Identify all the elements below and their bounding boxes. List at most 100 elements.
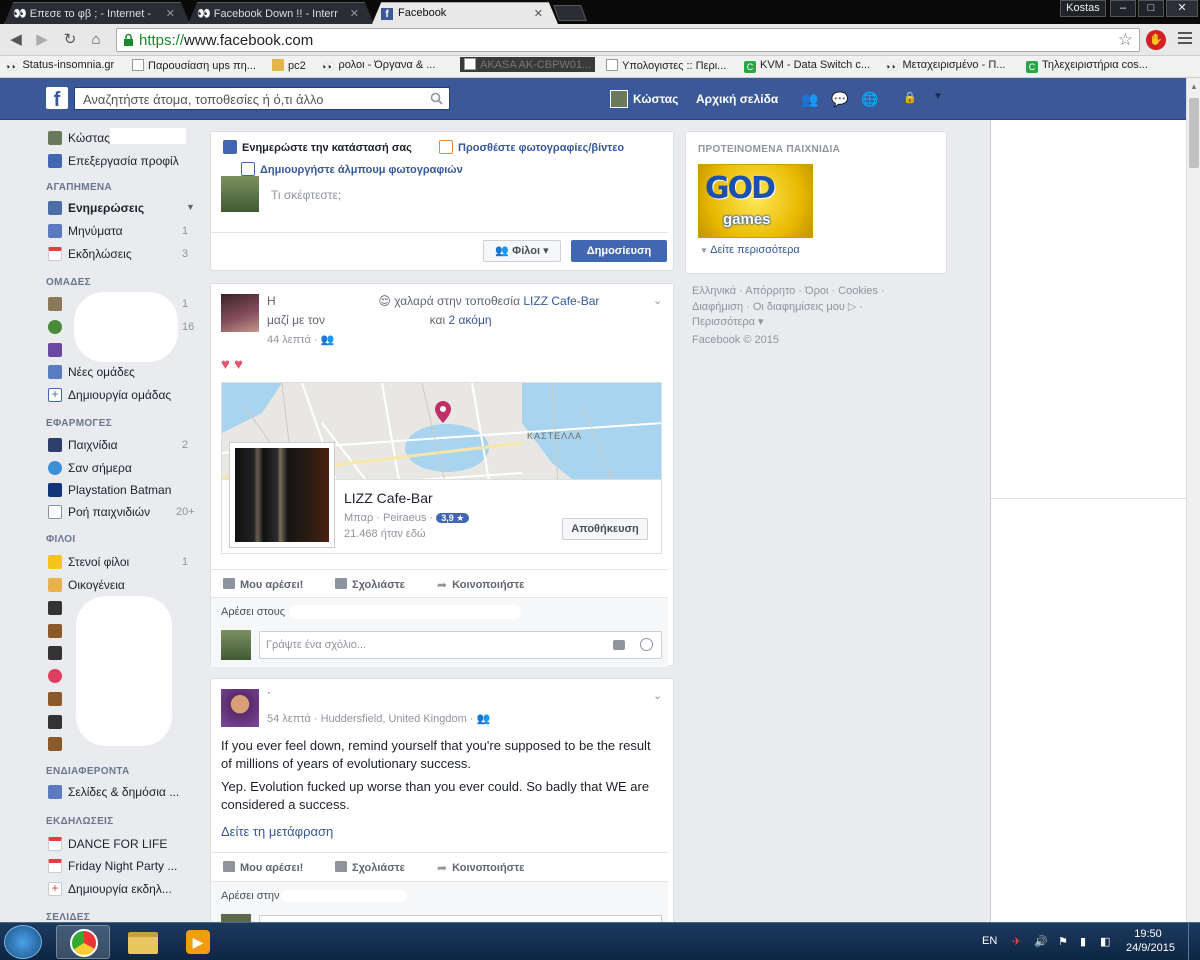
reload-icon[interactable]: ↻ [60, 30, 80, 50]
grad-cap-icon [48, 601, 62, 615]
post-author[interactable]: · [267, 685, 271, 699]
address-bar[interactable]: https://www.facebook.com ☆ [116, 28, 1140, 52]
header-profile-link[interactable]: Κώστας [610, 90, 678, 108]
taskbar-media-player[interactable]: ▶ [172, 925, 226, 959]
see-more-link[interactable]: ▼ Δείτε περισσότερα [700, 244, 800, 256]
bookmark-item[interactable]: Παρουσίαση ups πη... [132, 59, 256, 72]
bookmark-item[interactable]: C Τηλεχειριστήρια cos... [1026, 59, 1148, 73]
location-pin-icon [48, 669, 62, 683]
bookmark-item[interactable]: C KVM - Data Switch c... [744, 59, 870, 73]
composer-input[interactable]: Τι σκέφτεστε; [271, 188, 341, 202]
section-friends: ΦΙΛΟΙ [46, 534, 76, 545]
scroll-up-icon[interactable]: ▲ [1190, 82, 1198, 91]
search-icon[interactable] [430, 92, 443, 105]
bookmark-folder[interactable]: pc2 [272, 59, 306, 72]
composer-tab-status[interactable]: Ενημερώστε την κατάστασή σας [223, 140, 412, 154]
home-icon[interactable]: ⌂ [86, 30, 106, 50]
camera-icon[interactable] [613, 640, 625, 650]
extension-adblock-icon[interactable]: ✋ [1146, 30, 1166, 50]
signal-icon[interactable]: ▮ [1080, 935, 1093, 948]
comment-button[interactable]: Σχολιάστε [335, 578, 405, 591]
maximize-button[interactable]: □ [1138, 0, 1164, 17]
footer-copyright: Facebook © 2015 [692, 334, 779, 346]
show-desktop-button[interactable] [1188, 923, 1200, 960]
page-scrollbar[interactable]: ▲ [1186, 78, 1200, 922]
post-text: If you ever feel down, remind yourself t… [221, 738, 651, 771]
save-button[interactable]: Αποθήκευση [562, 518, 648, 540]
see-translation-link[interactable]: Δείτε τη μετάφραση [221, 823, 661, 841]
post-header-tagged: μαζί με τον και 2 ακόμη [267, 313, 492, 327]
share-button[interactable]: ➦ Κοινοποιήστε [437, 578, 524, 592]
footer-links[interactable]: Διαφήμιση · Οι διαφημίσεις μου ▷ · [692, 300, 863, 313]
nav-count: 16 [182, 321, 195, 333]
chrome-menu-icon[interactable] [1178, 32, 1192, 46]
avatar[interactable] [221, 689, 259, 727]
new-tab-button[interactable] [553, 5, 587, 21]
bookmark-item[interactable]: 👀 Μεταχειρισμένο - Π... [886, 59, 1005, 74]
start-button[interactable] [4, 925, 42, 959]
composer-tab-photos[interactable]: Προσθέστε φωτογραφίες/βίντεο [439, 140, 624, 154]
close-icon[interactable]: ✕ [166, 7, 175, 20]
game-tile[interactable]: GOD games [698, 164, 813, 238]
chevron-down-icon[interactable]: ▼ [186, 202, 195, 212]
like-button[interactable]: Μου αρέσει! [223, 861, 303, 874]
plus-icon: + [48, 882, 62, 896]
place-name[interactable]: LIZZ Cafe-Bar [344, 490, 433, 506]
post-button[interactable]: Δημοσίευση [571, 240, 667, 262]
left-navigation: Κώστας Επεξεργασία προφίλ ΑΓΑΠΗΜΕΝΑ Ενημ… [0, 120, 210, 922]
language-indicator[interactable]: EN [982, 935, 997, 947]
privacy-shortcuts-icon[interactable]: 🔒 [900, 91, 920, 107]
notifications-globe-icon[interactable]: 🌐 [860, 91, 880, 107]
bookmark-item[interactable]: Υπολογιστες :: Περι... [606, 59, 726, 72]
messages-icon[interactable]: 💬 [830, 91, 850, 107]
divider [991, 498, 1187, 499]
bookmark-item[interactable]: 👀 Status-insomnia.gr [6, 59, 114, 74]
browser-tab-2[interactable]: 👀 Facebook Down !! - Interr ✕ [188, 2, 374, 24]
minimize-button[interactable]: – [1110, 0, 1136, 17]
facebook-logo-icon[interactable]: f [46, 87, 68, 111]
avatar[interactable] [221, 294, 259, 332]
chevron-down-icon[interactable]: ▼ [928, 91, 948, 107]
post-timestamp[interactable]: 54 λεπτά · Huddersfield, United Kingdom … [267, 712, 490, 725]
volume-icon[interactable]: 🔊 [1034, 935, 1048, 948]
taskbar-explorer[interactable] [116, 925, 170, 959]
like-button[interactable]: Μου αρέσει! [223, 578, 303, 591]
calendar-icon [48, 859, 62, 873]
header-home-link[interactable]: Αρχική σελίδα [696, 92, 778, 106]
composer-tab-album[interactable]: Δημιουργήστε άλμπουμ φωτογραφιών [241, 162, 463, 176]
tray-flag-icon[interactable]: ✈ [1012, 935, 1025, 948]
post-timestamp[interactable]: 44 λεπτά · 👥 [267, 333, 334, 346]
bookmark-item[interactable]: 👀 ρολοι - Όργανα & ... [322, 59, 435, 74]
network-icon[interactable]: ◧ [1100, 935, 1113, 948]
back-icon[interactable]: ◀ [6, 30, 26, 50]
system-clock[interactable]: 19:50 24/9/2015 [1126, 927, 1175, 955]
chevron-down-icon[interactable]: ⌄ [653, 294, 663, 307]
taskbar-chrome[interactable] [56, 925, 110, 959]
tagged-more-link[interactable]: 2 ακόμη [448, 313, 491, 327]
footer-links[interactable]: Ελληνικά · Απόρρητο · Όροι · Cookies · [692, 285, 885, 297]
close-icon[interactable]: ✕ [350, 7, 359, 20]
bookmark-star-icon[interactable]: ☆ [1118, 30, 1133, 50]
chevron-down-icon[interactable]: ⌄ [653, 689, 663, 702]
browser-tab-1[interactable]: 👀 Επεσε το φβ ; - Internet - ✕ [4, 2, 190, 24]
close-icon[interactable]: ✕ [534, 7, 543, 20]
scrollbar-thumb[interactable] [1189, 98, 1199, 168]
comment-button[interactable]: Σχολιάστε [335, 861, 405, 874]
bookmark-item[interactable]: AKASA AK-CBPW01... [460, 57, 596, 72]
action-center-flag-icon[interactable]: ⚑ [1058, 935, 1071, 948]
clock-icon [48, 461, 62, 475]
footer-more-link[interactable]: Περισσότερα ▾ [692, 315, 764, 328]
chrome-user-chip[interactable]: Kostas [1060, 0, 1106, 17]
place-photo[interactable] [229, 442, 335, 548]
forward-icon[interactable]: ▶ [32, 30, 52, 50]
browser-tab-active[interactable]: f Facebook ✕ [372, 2, 558, 24]
calendar-icon [48, 247, 62, 261]
friend-requests-icon[interactable]: 👥 [800, 91, 820, 107]
place-link[interactable]: LIZZ Cafe-Bar [523, 294, 599, 308]
audience-selector[interactable]: 👥 Φίλοι ▾ [483, 240, 561, 262]
close-window-button[interactable]: ✕ [1166, 0, 1198, 17]
share-button[interactable]: ➦ Κοινοποιήστε [437, 861, 524, 875]
search-input[interactable]: Αναζητήστε άτομα, τοποθεσίες ή ό,τι άλλο [74, 87, 450, 110]
emoji-icon[interactable] [640, 638, 653, 651]
comment-input[interactable]: Γράψτε ένα σχόλιο... [259, 631, 662, 659]
